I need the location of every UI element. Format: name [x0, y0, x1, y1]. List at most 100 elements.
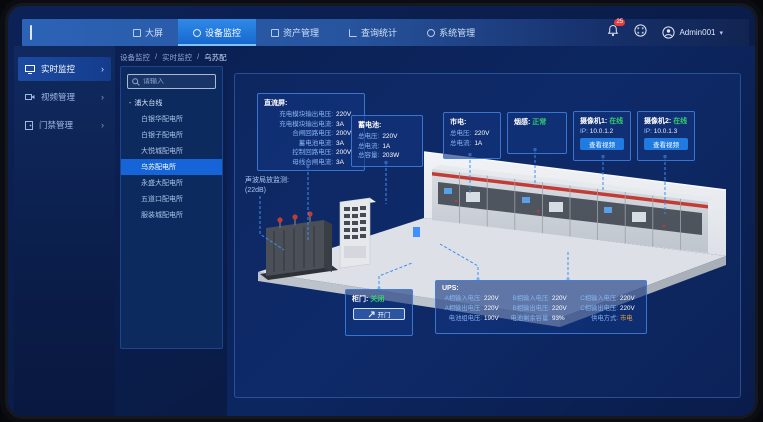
- breadcrumb-realtime[interactable]: 实时监控: [162, 52, 192, 63]
- tree-item-station[interactable]: 五道口配电所: [121, 191, 222, 207]
- asset-icon: [271, 29, 279, 37]
- open-door-icon: [368, 311, 375, 318]
- row-label: 蓄电池电流:: [299, 139, 333, 149]
- camera2-status: 在线: [673, 118, 687, 125]
- camera1-ip: IP: 10.0.1.2: [580, 128, 624, 135]
- row-label: 电池剩余容量:: [510, 314, 550, 323]
- panel-title: 蓄电池:: [358, 120, 416, 130]
- search-icon: [132, 78, 140, 86]
- chevron-right-icon: ›: [101, 92, 104, 102]
- tree-root-label: 浦大台线: [134, 98, 162, 108]
- expand-icon: [634, 24, 647, 37]
- tree-item-station[interactable]: 白银华配电所: [121, 111, 222, 127]
- ups-grid: A相输入电压:220V B相输入电压:220V C相输入电压:220V A相输出…: [442, 294, 640, 323]
- sidebar-item-access-control[interactable]: 门禁管理 ›: [18, 113, 111, 137]
- row-value: 203W: [382, 151, 404, 161]
- collapse-icon: -: [129, 100, 131, 107]
- row-value: 93%: [552, 314, 572, 323]
- row-value: 220V: [484, 294, 504, 303]
- smoke-sensor-panel: 烟感: 正常: [507, 112, 567, 154]
- tree-item-station-selected[interactable]: 乌苏配电所: [121, 159, 222, 175]
- tab-label: 系统管理: [439, 26, 475, 39]
- view-video-button[interactable]: 查看视频: [580, 138, 624, 150]
- row-label: 总电压:: [358, 132, 379, 142]
- mains-power-panel: 市电: 总电压:220V 总电流:1A: [443, 112, 501, 159]
- fullscreen-button[interactable]: [634, 24, 647, 42]
- row-label: 充电模块输出电压:: [279, 110, 333, 120]
- row-value: 190V: [484, 314, 504, 323]
- tree-root-line[interactable]: - 浦大台线: [121, 95, 222, 111]
- tab-system-management[interactable]: 系统管理: [412, 19, 490, 46]
- stats-icon: [349, 29, 357, 37]
- row-label: 合闸回路电压:: [292, 129, 333, 139]
- smoke-status: 正常: [532, 119, 546, 126]
- tab-device-monitor[interactable]: 设备监控: [178, 19, 256, 46]
- camera2-panel: 摄像机2: 在线 IP: 10.0.1.3 查看视频: [637, 111, 695, 161]
- tab-label: 大屏: [145, 26, 163, 39]
- power-mode-value: 市电: [620, 314, 640, 323]
- row-label: A相输出电压:: [442, 304, 482, 313]
- row-label: C相输出电压:: [578, 304, 618, 313]
- camera2-ip: IP: 10.0.1.3: [644, 128, 688, 135]
- user-menu[interactable]: Admin001 ▾: [662, 26, 723, 39]
- view-video-button[interactable]: 查看视频: [644, 138, 688, 150]
- open-door-button[interactable]: 开门: [353, 308, 405, 320]
- monitor-icon: [193, 29, 201, 37]
- panel-title: 直流屏:: [264, 98, 358, 108]
- row-value: 220V: [484, 304, 504, 313]
- screen-icon: [25, 65, 35, 74]
- row-value: 1A: [474, 139, 496, 149]
- row-label: 总电流:: [450, 139, 471, 149]
- sidebar-item-realtime-monitor[interactable]: 实时监控 ›: [18, 57, 111, 81]
- notification-badge: 25: [614, 19, 625, 26]
- row-label: 总电流:: [358, 142, 379, 152]
- tab-dashboard[interactable]: 大屏: [118, 19, 178, 46]
- video-camera-icon: [25, 93, 35, 101]
- breadcrumb-device-monitor[interactable]: 设备监控: [120, 52, 150, 63]
- camera1-status: 在线: [609, 118, 623, 125]
- tab-label: 设备监控: [205, 26, 241, 39]
- button-label: 开门: [378, 309, 391, 319]
- navbar-right: 25 Admin001 ▾: [607, 19, 723, 46]
- station-tree-panel: - 浦大台线 白银华配电所 白银子配电所 大悦城配电所 乌苏配电所 永盛大配电所…: [120, 66, 223, 349]
- sidebar-item-label: 视频管理: [41, 91, 75, 103]
- row-label: 总容量:: [358, 151, 379, 161]
- panel-title: UPS:: [442, 285, 640, 292]
- tree-item-station[interactable]: 服装城配电所: [121, 207, 222, 223]
- tab-query-statistics[interactable]: 查询统计: [334, 19, 412, 46]
- tree-item-station[interactable]: 白银子配电所: [121, 127, 222, 143]
- row-label: 充电模块输出电流:: [279, 120, 333, 130]
- logo-mark: [30, 25, 32, 40]
- door-icon: [25, 121, 33, 130]
- panel-title: 摄像机2: 在线: [644, 116, 688, 126]
- chevron-right-icon: ›: [101, 64, 104, 74]
- tab-label: 资产管理: [283, 26, 319, 39]
- row-value: 1A: [382, 142, 404, 152]
- row-label: 供电方式:: [578, 314, 618, 323]
- top-navbar: 大屏 设备监控 资产管理 查询统计 系统管理 25: [22, 19, 749, 46]
- nav-tabs: 大屏 设备监控 资产管理 查询统计 系统管理: [118, 19, 490, 46]
- row-value: 220V: [382, 132, 404, 142]
- tree-item-station[interactable]: 大悦城配电所: [121, 143, 222, 159]
- tab-asset-management[interactable]: 资产管理: [256, 19, 334, 46]
- row-label: A相输入电压:: [442, 294, 482, 303]
- row-label: 电池组电压:: [442, 314, 482, 323]
- search-input[interactable]: [143, 78, 211, 85]
- row-value: 220V: [474, 129, 496, 139]
- sidebar-item-video-management[interactable]: 视频管理 ›: [18, 85, 111, 109]
- breadcrumb-separator: /: [155, 52, 157, 63]
- tree-item-station[interactable]: 永盛大配电所: [121, 175, 222, 191]
- row-label: 控制回路电压:: [292, 148, 333, 158]
- chevron-down-icon: ▾: [719, 29, 723, 37]
- ups-panel: UPS: A相输入电压:220V B相输入电压:220V C相输入电压:220V…: [435, 280, 647, 334]
- sidebar-item-label: 门禁管理: [39, 119, 73, 131]
- breadcrumb: 设备监控 / 实时监控 / 乌苏配电所: [120, 52, 242, 63]
- avatar-icon: [662, 26, 675, 39]
- tab-label: 查询统计: [361, 26, 397, 39]
- row-value: 220V: [552, 304, 572, 313]
- notifications-button[interactable]: 25: [607, 24, 619, 42]
- dashboard-icon: [133, 29, 141, 37]
- user-name: Admin001: [679, 28, 715, 37]
- breadcrumb-separator: /: [197, 52, 199, 63]
- row-label: 母线合闸电流:: [292, 158, 333, 168]
